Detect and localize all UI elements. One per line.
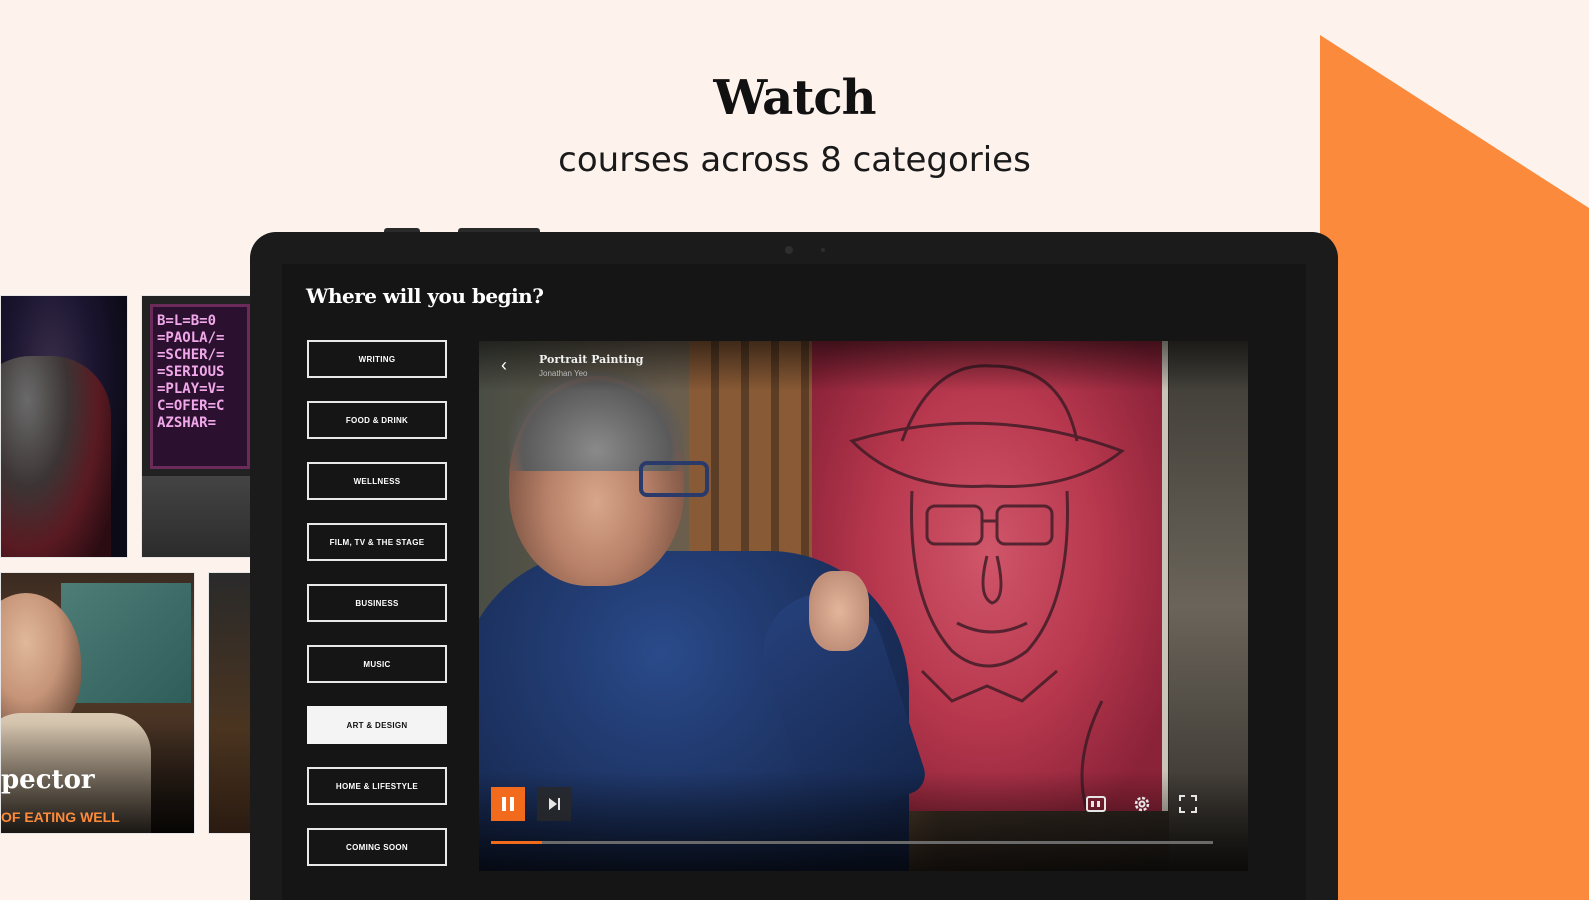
category-button[interactable]: MUSIC (307, 645, 447, 683)
settings-button[interactable] (1125, 787, 1159, 821)
video-player[interactable]: ‹ Portrait Painting Jonathan Yeo (479, 341, 1248, 871)
settings-gear-icon (1134, 796, 1150, 812)
fullscreen-icon (1179, 795, 1197, 813)
course-thumbnail-2: B=L=B=0 =PAOLA/= =SCHER/= =SERIOUS =PLAY… (141, 295, 251, 558)
course-thumbnail-1 (0, 295, 128, 558)
captions-button[interactable] (1079, 787, 1113, 821)
progress-fill (491, 841, 542, 844)
category-button[interactable]: COMING SOON (307, 828, 447, 866)
camera-icon (785, 246, 793, 254)
category-button[interactable]: HOME & LIFESTYLE (307, 767, 447, 805)
instructor-name: pector (1, 765, 95, 795)
progress-track[interactable] (491, 841, 1213, 844)
category-button[interactable]: WRITING (307, 340, 447, 378)
category-button[interactable]: BUSINESS (307, 584, 447, 622)
course-thumbnail-4 (208, 572, 252, 834)
screen-heading: Where will you begin? (306, 284, 544, 308)
course-tagline: OF EATING WELL (1, 809, 120, 825)
instructor-photo (1, 356, 111, 557)
pause-icon (502, 797, 506, 811)
hero-title: Watch (713, 70, 876, 126)
fullscreen-button[interactable] (1171, 787, 1205, 821)
sensor-icon (821, 248, 825, 252)
back-icon[interactable]: ‹ (501, 355, 507, 375)
category-button[interactable]: FILM, TV & THE STAGE (307, 523, 447, 561)
captions-icon (1086, 796, 1106, 812)
course-thumbnail-3: pector OF EATING WELL (0, 572, 195, 834)
skip-next-icon (549, 798, 560, 810)
letter-board: B=L=B=0 =PAOLA/= =SCHER/= =SERIOUS =PLAY… (150, 304, 250, 469)
skip-next-button[interactable] (537, 787, 571, 821)
pause-button[interactable] (491, 787, 525, 821)
category-button[interactable]: ART & DESIGN (307, 706, 447, 744)
video-instructor: Jonathan Yeo (539, 369, 588, 378)
category-button[interactable]: FOOD & DRINK (307, 401, 447, 439)
category-button[interactable]: WELLNESS (307, 462, 447, 500)
video-title: Portrait Painting (539, 353, 644, 366)
hero-subtitle: courses across 8 categories (558, 140, 1031, 180)
